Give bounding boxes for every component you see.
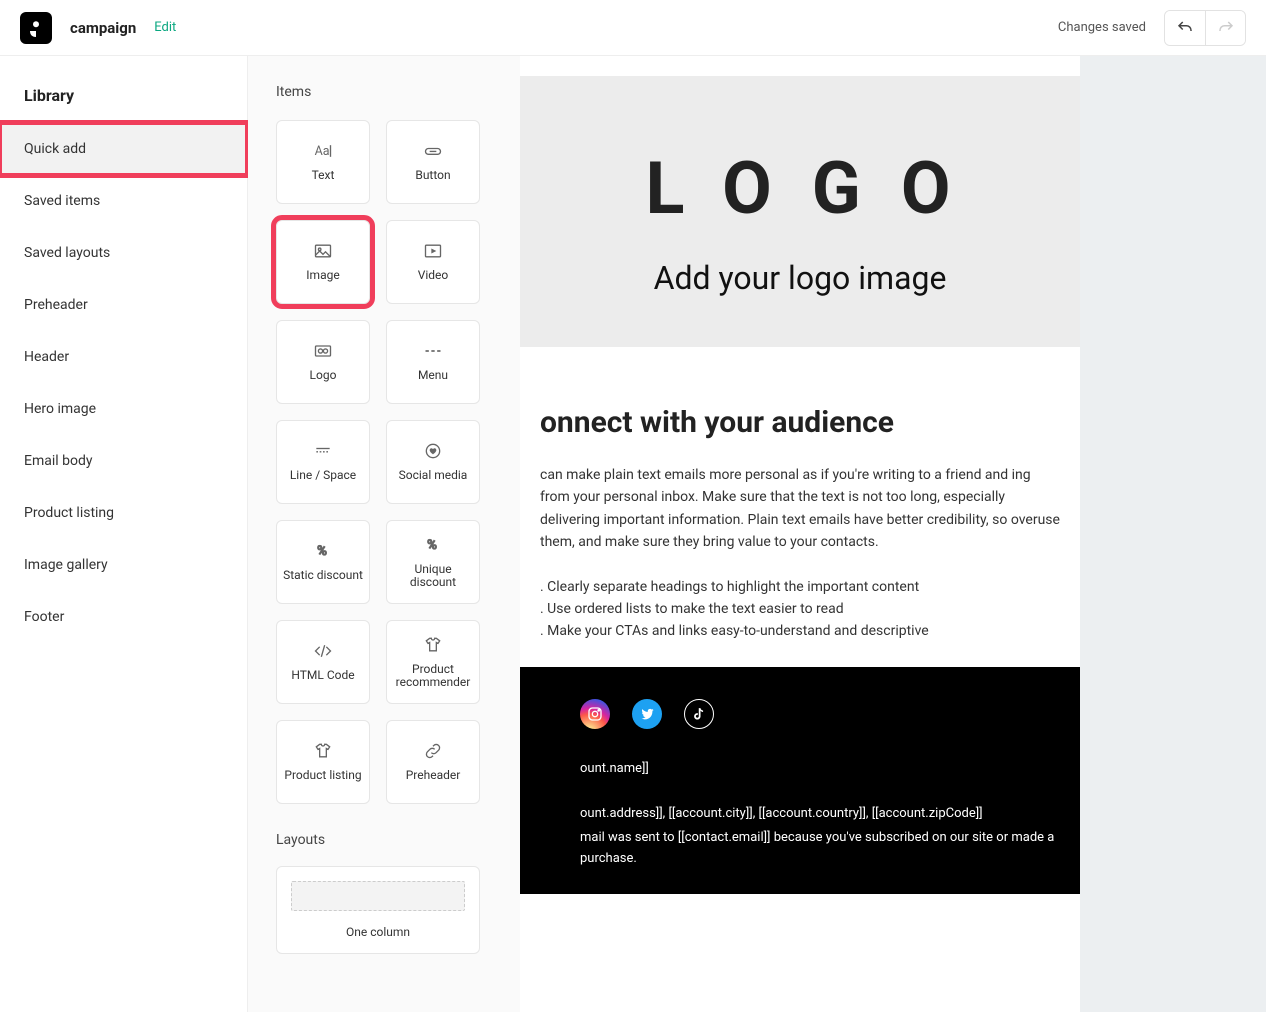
button-icon xyxy=(421,141,445,161)
item-label: Menu xyxy=(414,369,452,382)
svg-text:%: % xyxy=(427,538,437,553)
item-button[interactable]: Button xyxy=(386,120,480,204)
sidebar-item-preheader[interactable]: Preheader xyxy=(0,279,247,331)
item-static-discount[interactable]: % Static discount xyxy=(276,520,370,604)
item-label: Video xyxy=(414,269,453,282)
library-sidebar: Library Quick addSaved itemsSaved layout… xyxy=(0,56,248,1012)
email-canvas[interactable]: LOGO Add your logo image onnect with you… xyxy=(520,56,1266,1012)
item-preheader[interactable]: Preheader xyxy=(386,720,480,804)
item-label: Line / Space xyxy=(286,469,360,482)
sidebar-item-saved-items[interactable]: Saved items xyxy=(0,175,247,227)
shirt-icon xyxy=(421,635,445,655)
top-right-group: Changes saved xyxy=(1058,10,1246,46)
percent-icon: % xyxy=(311,541,335,561)
item-label: Social media xyxy=(395,469,472,482)
email-heading: onnect with your audience xyxy=(540,405,1060,440)
undo-icon xyxy=(1176,19,1194,37)
redo-icon xyxy=(1217,19,1235,37)
item-social-media[interactable]: Social media xyxy=(386,420,480,504)
sidebar-item-hero-image[interactable]: Hero image xyxy=(0,383,247,435)
text-icon: Aa xyxy=(311,141,335,161)
footer-account-name: ount.name]] xyxy=(580,759,1060,780)
tiktok-icon[interactable] xyxy=(684,699,714,729)
sidebar-item-footer[interactable]: Footer xyxy=(0,591,247,643)
item-line-space[interactable]: Line / Space xyxy=(276,420,370,504)
svg-text:%: % xyxy=(317,545,327,560)
email-paragraph: can make plain text emails more personal… xyxy=(540,464,1060,554)
footer-address-line: ount.address]], [[account.city]], [[acco… xyxy=(580,804,1060,825)
shirt-icon xyxy=(311,741,335,761)
item-unique-discount[interactable]: % Unique discount xyxy=(386,520,480,604)
item-html-code[interactable]: HTML Code xyxy=(276,620,370,704)
email-body-block[interactable]: onnect with your audience can make plain… xyxy=(520,347,1080,667)
item-label: Preheader xyxy=(402,769,465,782)
layout-one-column[interactable]: One column xyxy=(276,866,480,954)
svg-text:Aa: Aa xyxy=(315,145,330,160)
item-logo[interactable]: Logo xyxy=(276,320,370,404)
layout-preview xyxy=(291,881,465,911)
item-label: Static discount xyxy=(279,569,367,582)
item-video[interactable]: Video xyxy=(386,220,480,304)
items-section-title: Items xyxy=(276,84,520,100)
email-footer-block[interactable]: ount.name]] ount.address]], [[account.ci… xyxy=(520,667,1080,894)
sidebar-item-image-gallery[interactable]: Image gallery xyxy=(0,539,247,591)
item-label: Logo xyxy=(306,369,341,382)
email-list-item: . Make your CTAs and links easy-to-under… xyxy=(540,620,1060,642)
document-title: campaign xyxy=(70,19,136,37)
logo-placeholder-text: LOGO xyxy=(609,146,990,231)
top-left-group: campaign Edit xyxy=(20,12,176,44)
instagram-icon[interactable] xyxy=(580,699,610,729)
footer-email-line: mail was sent to [[contact.email]] becau… xyxy=(580,828,1060,870)
item-label: Image xyxy=(302,269,343,282)
top-bar: campaign Edit Changes saved xyxy=(0,0,1266,56)
sidebar-item-saved-layouts[interactable]: Saved layouts xyxy=(0,227,247,279)
sidebar-item-email-body[interactable]: Email body xyxy=(0,435,247,487)
heart-icon xyxy=(421,441,445,461)
item-label: Product recommender xyxy=(387,663,479,689)
logo-placeholder-subtext: Add your logo image xyxy=(540,259,1060,297)
sidebar-item-header[interactable]: Header xyxy=(0,331,247,383)
logo-placeholder-block[interactable]: LOGO Add your logo image xyxy=(520,76,1080,347)
item-product-recommender[interactable]: Product recommender xyxy=(386,620,480,704)
menu-icon xyxy=(421,341,445,361)
sidebar-item-quick-add[interactable]: Quick add xyxy=(0,123,247,175)
email-list-item: . Clearly separate headings to highlight… xyxy=(540,576,1060,598)
item-label: HTML Code xyxy=(287,669,358,682)
email-preview: LOGO Add your logo image onnect with you… xyxy=(520,56,1080,1012)
redo-button[interactable] xyxy=(1205,11,1245,45)
app-logo[interactable] xyxy=(20,12,52,44)
item-label: Product listing xyxy=(280,769,365,782)
quick-add-panel: Items Aa Text Button Image Video Logo Menu Line… xyxy=(248,56,520,1012)
item-label: Text xyxy=(308,169,339,182)
social-icons-row xyxy=(580,699,1060,729)
save-status: Changes saved xyxy=(1058,20,1146,35)
layouts-section-title: Layouts xyxy=(276,832,520,848)
code-icon xyxy=(311,641,335,661)
sidebar-item-product-listing[interactable]: Product listing xyxy=(0,487,247,539)
item-text[interactable]: Aa Text xyxy=(276,120,370,204)
main-area: Library Quick addSaved itemsSaved layout… xyxy=(0,56,1266,1012)
item-menu[interactable]: Menu xyxy=(386,320,480,404)
item-label: Button xyxy=(411,169,454,182)
logo-icon xyxy=(311,341,335,361)
link-icon xyxy=(421,741,445,761)
library-title: Library xyxy=(0,86,247,123)
twitter-icon[interactable] xyxy=(632,699,662,729)
video-icon xyxy=(421,241,445,261)
image-icon xyxy=(311,241,335,261)
edit-title-link[interactable]: Edit xyxy=(154,20,176,35)
line-icon xyxy=(311,441,335,461)
layout-label: One column xyxy=(346,925,410,939)
item-product-listing[interactable]: Product listing xyxy=(276,720,370,804)
email-list-item: . Use ordered lists to make the text eas… xyxy=(540,598,1060,620)
undo-button[interactable] xyxy=(1165,11,1205,45)
item-label: Unique discount xyxy=(387,563,479,589)
undo-redo-group xyxy=(1164,10,1246,46)
item-image[interactable]: Image xyxy=(276,220,370,304)
percent-icon: % xyxy=(421,535,445,555)
